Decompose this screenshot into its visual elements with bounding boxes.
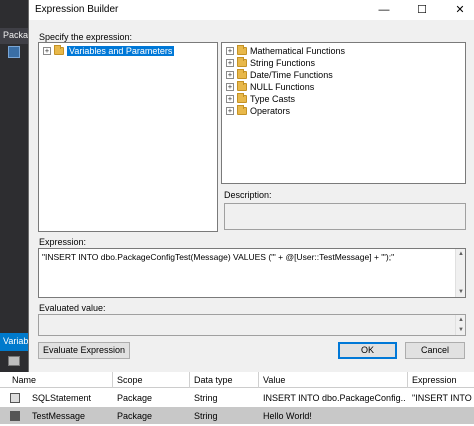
minimize-icon[interactable]: —	[367, 0, 401, 20]
evaluate-expression-button[interactable]: Evaluate Expression	[38, 342, 130, 359]
folder-icon	[237, 93, 247, 103]
folder-icon	[237, 45, 247, 55]
cancel-button[interactable]: Cancel	[405, 342, 465, 359]
expression-text: "INSERT INTO dbo.PackageConfigTest(Messa…	[42, 252, 395, 262]
column-separator[interactable]	[407, 372, 408, 388]
cell-name: TestMessage	[32, 411, 86, 421]
expression-textbox[interactable]: "INSERT INTO dbo.PackageConfigTest(Messa…	[38, 248, 466, 298]
tree-item-type-casts[interactable]: + Type Casts	[226, 93, 295, 105]
evaluated-scrollbar[interactable]: ▲ ▼	[455, 315, 465, 335]
ide-package-tab[interactable]: Package	[0, 28, 28, 44]
column-header-value[interactable]: Value	[263, 375, 285, 385]
folder-icon	[54, 45, 64, 55]
column-header-data-type[interactable]: Data type	[194, 375, 233, 385]
tree-item-label: String Functions	[250, 58, 316, 68]
cell-value: Hello World!	[263, 411, 312, 421]
expand-icon[interactable]: +	[43, 47, 51, 55]
cell-expression: "INSERT INTO d	[412, 393, 474, 403]
maximize-icon[interactable]: ☐	[405, 0, 439, 20]
cell-data-type: String	[194, 411, 218, 421]
functions-tree[interactable]: + Mathematical Functions + String Functi…	[221, 42, 466, 184]
expression-builder-dialog: Expression Builder — ☐ ✕ Specify the exp…	[28, 0, 474, 372]
column-header-scope[interactable]: Scope	[117, 375, 143, 385]
evaluated-value-label: Evaluated value:	[39, 303, 106, 313]
tree-item-null-functions[interactable]: + NULL Functions	[226, 81, 314, 93]
ide-variables-tab[interactable]: Variables	[0, 333, 28, 351]
tree-item-variables-and-parameters[interactable]: + Variables and Parameters	[43, 45, 175, 57]
column-header-name[interactable]: Name	[12, 375, 36, 385]
close-icon[interactable]: ✕	[443, 0, 474, 20]
variable-expression-icon	[10, 393, 20, 403]
toolbox-icon[interactable]	[8, 46, 20, 58]
folder-icon	[237, 69, 247, 79]
variables-grid: Name Scope Data type Value Expression SQ…	[0, 372, 474, 426]
description-label: Description:	[224, 190, 272, 200]
scroll-up-icon[interactable]: ▲	[456, 249, 466, 259]
tree-item-label: Operators	[250, 106, 291, 116]
expand-icon[interactable]: +	[226, 107, 234, 115]
expand-icon[interactable]: +	[226, 83, 234, 91]
expand-icon[interactable]: +	[226, 95, 234, 103]
table-row[interactable]: SQLStatement Package String INSERT INTO …	[0, 389, 474, 406]
tree-item-label: NULL Functions	[250, 82, 315, 92]
cell-scope: Package	[117, 411, 153, 421]
folder-icon	[237, 81, 247, 91]
table-row[interactable]: TestMessage Package String Hello World!	[0, 407, 474, 424]
column-header-expression[interactable]: Expression	[412, 375, 457, 385]
variables-tree[interactable]: + Variables and Parameters	[38, 42, 218, 232]
tree-item-date-time-functions[interactable]: + Date/Time Functions	[226, 69, 333, 81]
grid-header: Name Scope Data type Value Expression	[0, 372, 474, 388]
title-bar: Expression Builder — ☐ ✕	[29, 0, 474, 20]
column-separator[interactable]	[258, 372, 259, 388]
expand-icon[interactable]: +	[226, 71, 234, 79]
ok-button[interactable]: OK	[338, 342, 397, 359]
tree-item-label: Mathematical Functions	[250, 46, 346, 56]
expression-label: Expression:	[39, 237, 87, 247]
tree-item-label: Type Casts	[250, 94, 296, 104]
column-separator[interactable]	[189, 372, 190, 388]
expand-icon[interactable]: +	[226, 47, 234, 55]
variable-icon	[10, 411, 20, 421]
expression-scrollbar[interactable]: ▲ ▼	[455, 249, 465, 297]
tree-item-string-functions[interactable]: + String Functions	[226, 57, 315, 69]
dialog-title: Expression Builder	[35, 4, 119, 15]
scroll-down-icon[interactable]: ▼	[456, 325, 466, 335]
scroll-up-icon[interactable]: ▲	[456, 315, 466, 325]
expand-icon[interactable]: +	[226, 59, 234, 67]
tree-item-mathematical-functions[interactable]: + Mathematical Functions	[226, 45, 345, 57]
tree-item-label: Variables and Parameters	[67, 46, 175, 56]
evaluated-value-box: ▲ ▼	[38, 314, 466, 336]
cell-data-type: String	[194, 393, 218, 403]
description-box	[224, 203, 466, 230]
folder-icon	[237, 105, 247, 115]
folder-icon	[237, 57, 247, 67]
specify-expression-label: Specify the expression:	[39, 32, 133, 42]
cell-name: SQLStatement	[32, 393, 92, 403]
tree-item-label: Date/Time Functions	[250, 70, 333, 80]
tree-item-operators[interactable]: + Operators	[226, 105, 290, 117]
scroll-down-icon[interactable]: ▼	[456, 287, 466, 297]
cell-value: INSERT INTO dbo.PackageConfig...	[263, 393, 405, 403]
variables-toolbar-icon[interactable]	[8, 356, 20, 366]
column-separator[interactable]	[112, 372, 113, 388]
cell-scope: Package	[117, 393, 153, 403]
